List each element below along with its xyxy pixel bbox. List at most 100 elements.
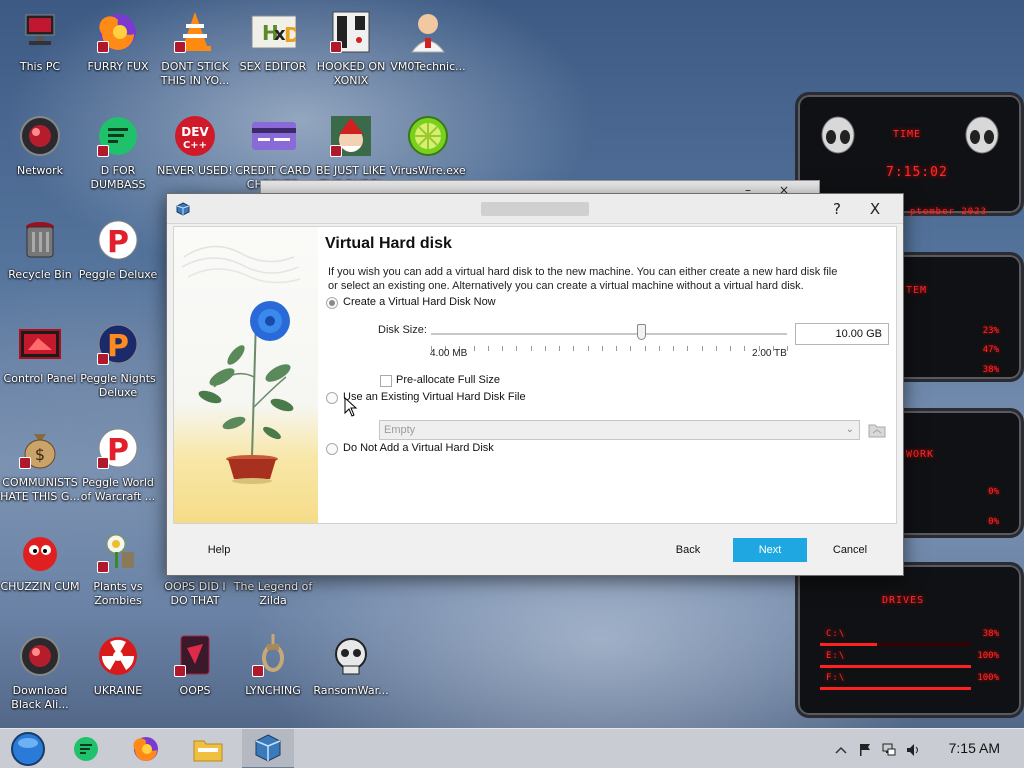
widget-up-value: 0% [988,487,999,497]
money-bag-icon: $ [17,425,63,471]
desktop-icon-chuzzle[interactable]: CHUZZIN CUM [0,523,80,621]
taskbar-file-explorer[interactable] [182,729,234,768]
flag-icon[interactable] [858,742,872,756]
desktop-icon-peggle-wow[interactable]: P Peggle World of Warcraft ... [79,419,157,517]
icon-label: OOPS [179,684,211,697]
disk-size-slider-thumb[interactable] [637,324,647,340]
icon-label: COMMUNISTS HATE THIS G... [0,476,80,503]
slider-tick [601,346,603,351]
slider-tick [616,346,618,351]
choose-disk-file-button[interactable] [866,420,888,440]
preallocate-checkbox[interactable] [380,375,392,387]
mouse-cursor-icon [344,397,358,417]
desktop-icon-furry-fux[interactable]: FURRY FUX [79,3,157,101]
chevron-down-icon: ⌄ [845,424,854,435]
slider-tick [730,346,732,351]
desktop-icon-network[interactable]: Network [1,107,79,205]
start-button[interactable] [2,729,54,768]
icon-label: CHUZZIN CUM [0,580,80,593]
control-panel-icon [17,321,63,367]
lime-icon [405,113,451,159]
desktop-icon-peggle-deluxe[interactable]: P Peggle Deluxe [79,211,157,309]
peggle-wow-icon: P [95,425,141,471]
icon-label: OOPS DID I DO THAT [164,580,226,607]
radio-use-existing-label[interactable]: Use an Existing Virtual Hard Disk File [343,391,526,403]
slider-tick [715,346,717,351]
icon-label: This PC [19,60,61,73]
slider-tick [573,346,575,351]
widget-ram-value: 47% [982,345,999,355]
desktop-icon-xonix[interactable]: HOOKED ON XONIX [312,3,390,101]
svg-text:D: D [284,23,296,47]
icon-label: FURRY FUX [87,60,149,73]
chevron-up-icon[interactable] [834,742,848,756]
radio-do-not-add-label[interactable]: Do Not Add a Virtual Hard Disk [343,442,494,454]
speaker-icon[interactable] [906,742,920,756]
taskbar-clock[interactable]: 7:15 AM [949,740,1000,756]
close-title-button[interactable]: X [857,194,893,224]
shortcut-overlay-icon [97,41,109,53]
desktop-icon-d-for-dumbass[interactable]: D FOR DUMBASS [79,107,157,205]
icon-label: HOOKED ON XONIX [316,60,386,87]
dev-cpp-icon: DEV C++ [172,113,218,159]
green-chat-icon [95,113,141,159]
shortcut-overlay-icon [19,457,31,469]
slider-tick [673,346,675,351]
peggle-nights-icon: P [95,321,141,367]
desktop-icon-peggle-nights[interactable]: P Peggle Nights Deluxe [79,315,157,413]
radio-create-now-label[interactable]: Create a Virtual Hard Disk Now [343,296,496,308]
wizard-content: Virtual Hard disk If you wish you can ad… [173,226,897,524]
desktop-icon-money-bag[interactable]: $ COMMUNISTS HATE THIS G... [0,419,80,517]
desktop-icon-control-panel[interactable]: Control Panel [1,315,79,413]
icon-label: Recycle Bin [8,268,72,281]
network-orb-icon [17,113,63,159]
radio-use-existing[interactable] [326,392,338,404]
desktop-icon-recycle-bin[interactable]: Recycle Bin [1,211,79,309]
svg-text:$: $ [35,445,45,464]
file-explorer-icon [193,740,223,762]
virtualbox-icon [255,734,281,762]
desktop-icon-oops[interactable]: OOPS [156,627,234,725]
desktop-icon-this-pc[interactable]: This PC [1,3,79,101]
drive-usage-bar [820,643,971,646]
wizard-illustration [174,227,318,523]
back-button[interactable]: Back [663,538,713,562]
page-description: If you wish you can add a virtual hard d… [328,266,838,292]
recycle-bin-icon [17,217,63,263]
hex-editor-icon: HxD [250,9,296,55]
firefox-icon [95,9,141,55]
radio-create-now[interactable] [326,297,338,309]
noose-icon [250,633,296,679]
disk-size-slider[interactable] [431,333,787,335]
icon-label: SEX EDITOR [239,60,307,73]
icon-label: Download Black Ali... [11,684,69,711]
desktop-icon-sex-editor[interactable]: HxD SEX EDITOR [234,3,312,101]
desktop-icon-plants-vs-zombies[interactable]: Plants vs Zombies [79,523,157,621]
disk-size-input[interactable]: 10.00 GB [795,323,889,345]
desktop-icon-vlc[interactable]: DONT STICK THIS IN YO... [156,3,234,101]
desktop-icon-ransomware[interactable]: RansomWar... [312,627,390,725]
existing-disk-select[interactable]: Empty ⌄ [379,420,860,440]
desktop-icon-ukraine[interactable]: UKRAINE [79,627,157,725]
help-button[interactable]: Help [197,538,241,562]
help-title-button[interactable]: ? [819,194,855,224]
taskbar-firefox[interactable] [120,729,172,768]
radio-do-not-add[interactable] [326,443,338,455]
desktop-icon-vm0technic[interactable]: VM0Technic... [389,3,467,101]
icon-label: Peggle World of Warcraft ... [80,476,156,503]
taskbar-chat-app[interactable] [60,729,112,768]
desktop-icon-dev-cpp[interactable]: DEV C++ NEVER USED! [156,107,234,205]
dialog-titlebar[interactable]: ? X [167,194,903,224]
taskbar-virtualbox[interactable] [242,729,294,768]
folder-icon [868,424,886,438]
dialog-title-text [481,202,589,216]
next-button[interactable]: Next [733,538,807,562]
santa-icon [328,113,374,159]
icon-label: Peggle Deluxe [78,268,158,281]
desktop-icon-black-alien[interactable]: Download Black Ali... [1,627,79,725]
network-icon[interactable] [882,742,896,756]
preallocate-label[interactable]: Pre-allocate Full Size [396,374,500,386]
slider-tick [516,346,518,351]
desktop-icon-lynching[interactable]: LYNCHING [234,627,312,725]
cancel-button[interactable]: Cancel [823,538,877,562]
